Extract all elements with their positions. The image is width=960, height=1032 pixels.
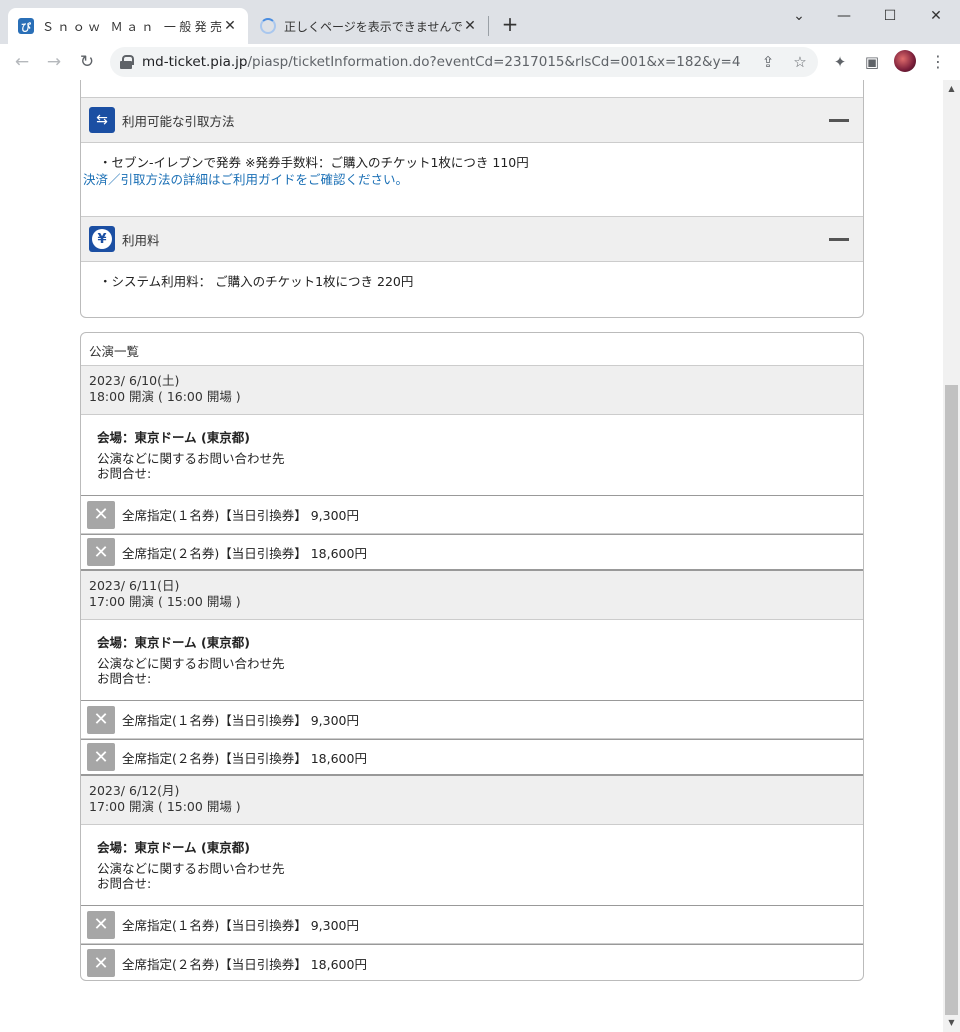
scroll-up-arrow-icon[interactable]: ▲: [947, 84, 956, 94]
inquiry-label: お問合せ:: [97, 876, 152, 891]
ticket-label: 全席指定(１名券)【当日引換券】 9,300円: [122, 508, 360, 523]
sold-out-icon: ✕: [87, 500, 115, 529]
minimize-button[interactable]: —: [829, 4, 859, 28]
section-header-pickup[interactable]: ⇆ 利用可能な引取方法: [81, 97, 863, 143]
time-text: 17:00 開演 ( 15:00 開場 ): [89, 799, 241, 814]
venue-info: 会場：東京ドーム (東京都) 公演などに関するお問い合わせ先 お問合せ:: [81, 415, 863, 496]
lock-icon: [120, 55, 134, 69]
ticket-row: ✕ 全席指定(２名券)【当日引換券】 18,600円: [81, 739, 863, 776]
section-header-fee[interactable]: ¥ 利用料: [81, 216, 863, 262]
ticket-label: 全席指定(２名券)【当日引換券】 18,600円: [122, 956, 367, 972]
collapse-icon[interactable]: [829, 238, 849, 241]
ticket-label: 全席指定(２名券)【当日引換券】 18,600円: [122, 750, 367, 766]
sold-out-icon: ✕: [87, 910, 115, 939]
ticket-row: ✕ 全席指定(２名券)【当日引換券】 18,600円: [81, 534, 863, 571]
address-bar[interactable]: md-ticket.pia.jp/piasp/ticketInformation…: [110, 47, 818, 77]
sold-out-icon: ✕: [87, 705, 115, 734]
tab-search-icon[interactable]: ⌄: [784, 4, 814, 28]
collapse-icon[interactable]: [829, 119, 849, 122]
yen-icon: ¥: [89, 226, 115, 252]
close-tab-icon[interactable]: ✕: [462, 18, 478, 34]
extensions-icon[interactable]: ✦: [829, 51, 851, 73]
time-text: 17:00 開演 ( 15:00 開場 ): [89, 594, 241, 609]
venue-name: 会場：東京ドーム (東京都): [97, 840, 250, 855]
close-window-button[interactable]: ✕: [921, 4, 951, 28]
contact-label: 公演などに関するお問い合わせ先: [97, 861, 285, 876]
ticket-row: ✕ 全席指定(２名券)【当日引換券】 18,600円: [81, 944, 863, 980]
reload-button[interactable]: ↻: [75, 50, 99, 74]
scroll-down-arrow-icon[interactable]: ▼: [947, 1018, 956, 1028]
sold-out-icon: ✕: [87, 949, 115, 977]
tab-strip: ぴ Ｓｎｏｗ Ｍａｎ 一般発売（東 ✕ 正しくページを表示できませんでした。 ✕…: [0, 0, 960, 44]
maximize-button[interactable]: ☐: [875, 4, 905, 28]
fee-line: ・システム利用料： ご購入のチケット1枚につき 220円: [99, 274, 414, 289]
ticket-label: 全席指定(１名券)【当日引換券】 9,300円: [122, 713, 360, 728]
tab-snowman[interactable]: ぴ Ｓｎｏｗ Ｍａｎ 一般発売（東 ✕: [8, 8, 248, 44]
venue-name: 会場：東京ドーム (東京都): [97, 635, 250, 650]
performance-date: 2023/ 6/10(土) 18:00 開演 ( 16:00 開場 ): [81, 366, 863, 415]
section-title: 利用料: [122, 232, 160, 248]
tab-title: 正しくページを表示できませんでした。: [284, 19, 462, 34]
performance-list-title: 公演一覧: [81, 333, 863, 366]
sold-out-icon: ✕: [87, 538, 115, 566]
back-button[interactable]: ←: [10, 50, 34, 74]
page-viewport: ⇆ 利用可能な引取方法 ・セブン-イレブンで発券 ※発券手数料：ご購入のチケット…: [0, 80, 943, 1032]
tab-divider: [488, 16, 489, 36]
venue-info: 会場：東京ドーム (東京都) 公演などに関するお問い合わせ先 お問合せ:: [81, 620, 863, 701]
info-box: ⇆ 利用可能な引取方法 ・セブン-イレブンで発券 ※発券手数料：ご購入のチケット…: [80, 80, 864, 318]
url-text: md-ticket.pia.jp/piasp/ticketInformation…: [142, 54, 741, 70]
guide-link[interactable]: 決済／引取方法の詳細はご利用ガイドをご確認ください。: [83, 171, 845, 188]
info-box-top-spacer: [81, 80, 863, 97]
browser-chrome: ぴ Ｓｎｏｗ Ｍａｎ 一般発売（東 ✕ 正しくページを表示できませんでした。 ✕…: [0, 0, 960, 80]
tab-error-page[interactable]: 正しくページを表示できませんでした。 ✕: [250, 8, 488, 44]
loading-icon: [260, 18, 276, 34]
menu-kebab-icon[interactable]: ⋮: [930, 51, 946, 73]
inquiry-label: お問合せ:: [97, 671, 152, 686]
inquiry-label: お問合せ:: [97, 466, 152, 481]
performance-list: 公演一覧 2023/ 6/10(土) 18:00 開演 ( 16:00 開場 )…: [80, 332, 864, 981]
side-panel-icon[interactable]: ▣: [861, 51, 883, 73]
close-tab-icon[interactable]: ✕: [222, 18, 238, 34]
section-title: 利用可能な引取方法: [122, 113, 235, 129]
transfer-icon: ⇆: [89, 107, 115, 133]
contact-label: 公演などに関するお問い合わせ先: [97, 451, 285, 466]
profile-avatar[interactable]: [894, 50, 916, 72]
forward-button[interactable]: →: [42, 50, 66, 74]
venue-name: 会場：東京ドーム (東京都): [97, 430, 250, 445]
performance-date: 2023/ 6/11(日) 17:00 開演 ( 15:00 開場 ): [81, 571, 863, 620]
ticket-label: 全席指定(１名券)【当日引換券】 9,300円: [122, 918, 360, 933]
vertical-scrollbar[interactable]: ▲ ▼: [943, 80, 960, 1032]
sold-out-icon: ✕: [87, 743, 115, 771]
ticket-row: ✕ 全席指定(１名券)【当日引換券】 9,300円: [81, 906, 863, 944]
venue-info: 会場：東京ドーム (東京都) 公演などに関するお問い合わせ先 お問合せ:: [81, 825, 863, 906]
section-body-fee: ・システム利用料： ご購入のチケット1枚につき 220円: [81, 262, 863, 290]
date-text: 2023/ 6/12(月): [89, 783, 180, 798]
bookmark-star-icon[interactable]: ☆: [790, 52, 810, 72]
ticket-row: ✕ 全席指定(１名券)【当日引換券】 9,300円: [81, 496, 863, 534]
tab-title: Ｓｎｏｗ Ｍａｎ 一般発売（東: [42, 19, 222, 34]
ticket-row: ✕ 全席指定(１名券)【当日引換券】 9,300円: [81, 701, 863, 739]
share-icon[interactable]: ⇪: [758, 52, 778, 72]
time-text: 18:00 開演 ( 16:00 開場 ): [89, 389, 241, 404]
ticket-label: 全席指定(２名券)【当日引換券】 18,600円: [122, 545, 367, 561]
contact-label: 公演などに関するお問い合わせ先: [97, 656, 285, 671]
pickup-line: ・セブン-イレブンで発券 ※発券手数料：ご購入のチケット1枚につき 110円: [99, 155, 529, 170]
scrollbar-thumb[interactable]: [945, 385, 958, 1015]
performance-date: 2023/ 6/12(月) 17:00 開演 ( 15:00 開場 ): [81, 776, 863, 825]
date-text: 2023/ 6/10(土): [89, 373, 180, 388]
section-body-pickup: ・セブン-イレブンで発券 ※発券手数料：ご購入のチケット1枚につき 110円 決…: [81, 143, 863, 216]
new-tab-button[interactable]: +: [498, 13, 522, 37]
date-text: 2023/ 6/11(日): [89, 578, 180, 593]
pia-icon: ぴ: [18, 18, 34, 34]
browser-toolbar: ← → ↻ md-ticket.pia.jp/piasp/ticketInfor…: [0, 44, 960, 80]
